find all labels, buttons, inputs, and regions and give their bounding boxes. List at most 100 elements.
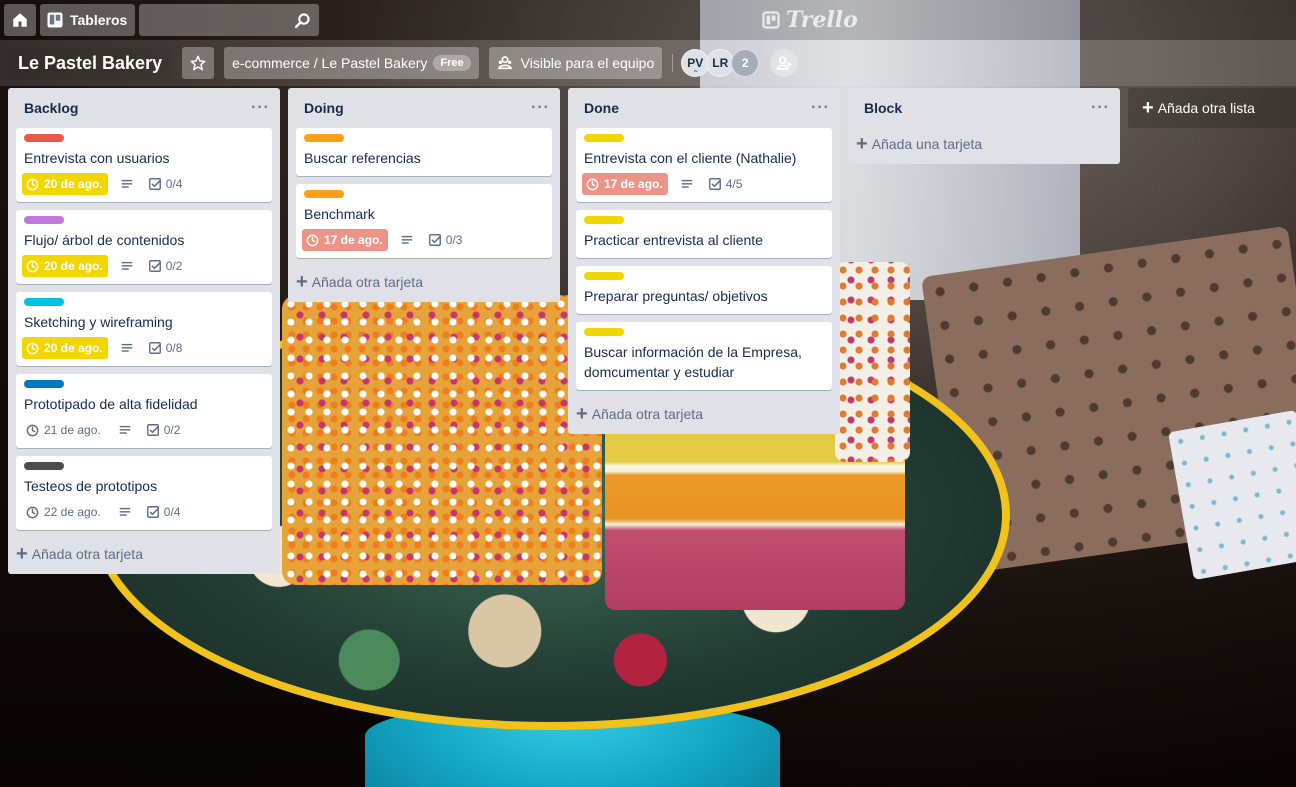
card[interactable]: Flujo/ árbol de contenidos 20 de ago. 0/2 (16, 210, 272, 284)
search-icon[interactable] (294, 12, 311, 29)
boards-button[interactable]: Tableros (40, 4, 136, 36)
add-list-button[interactable]: + Añada otra lista (1128, 88, 1296, 128)
card-label[interactable] (24, 134, 64, 142)
plan-badge: Free (433, 55, 471, 71)
list-title[interactable]: Done (584, 100, 619, 116)
add-card-label: Añada una tarjeta (871, 136, 983, 152)
description-icon (119, 507, 130, 516)
card-label[interactable] (24, 298, 64, 306)
card-label[interactable] (24, 462, 64, 470)
checklist-icon (148, 178, 161, 190)
list-header[interactable]: Done ··· (568, 88, 840, 128)
visibility-label: Visible para el equipo (520, 55, 655, 71)
card-label[interactable] (584, 328, 624, 336)
background-cake-top (835, 262, 910, 462)
more-members-count[interactable]: 2 (731, 49, 760, 77)
card-list: Buscar referencias Benchmark 17 de ago. 0/… (288, 128, 560, 258)
due-date-text: 17 de ago. (324, 233, 383, 247)
star-button[interactable] (182, 47, 215, 79)
board-title[interactable]: Le Pastel Bakery (8, 47, 173, 79)
card-label[interactable] (584, 134, 624, 142)
add-card-button[interactable]: + Añada otra tarjeta (8, 538, 280, 570)
list-menu-icon[interactable]: ··· (531, 99, 550, 117)
card-label[interactable] (584, 216, 624, 224)
due-date-text: 22 de ago. (44, 505, 101, 519)
card-title: Flujo/ árbol de contenidos (24, 232, 185, 248)
due-date-badge[interactable]: 20 de ago. (22, 173, 108, 195)
top-header: Tableros Trello (0, 0, 1296, 40)
due-date-badge[interactable]: 20 de ago. (22, 255, 108, 277)
card-list: Entrevista con el cliente (Nathalie) 17 d… (568, 128, 840, 390)
due-date-badge[interactable]: 20 de ago. (22, 337, 108, 359)
clock-icon (586, 178, 599, 190)
add-list-label: Añada otra lista (1157, 100, 1255, 116)
description-badge (120, 341, 134, 355)
list-menu-icon[interactable]: ··· (1091, 99, 1110, 117)
card[interactable]: Entrevista con usuarios 20 de ago. 0/4 (16, 128, 272, 202)
description-badge (118, 423, 132, 437)
search-input[interactable] (139, 4, 320, 36)
invite-member-button[interactable] (770, 49, 799, 77)
card[interactable]: Benchmark 17 de ago. 0/3 (296, 184, 552, 258)
list-header[interactable]: Backlog ··· (8, 88, 280, 128)
card[interactable]: Testeos de prototipos 22 de ago. 0/4 (16, 456, 272, 530)
due-date-text: 21 de ago. (44, 423, 101, 437)
due-date-badge[interactable]: 21 de ago. (22, 419, 106, 441)
card-title: Entrevista con usuarios (24, 150, 170, 166)
card-label[interactable] (24, 216, 64, 224)
description-badge (118, 505, 132, 519)
checklist-badge: 0/3 (428, 233, 463, 247)
due-date-badge[interactable]: 17 de ago. (582, 173, 668, 195)
plus-icon: + (16, 543, 28, 565)
list-title[interactable]: Block (864, 100, 902, 116)
due-date-text: 20 de ago. (44, 259, 103, 273)
add-member-icon (776, 56, 792, 70)
background-cake-sprinkles (282, 295, 602, 585)
card-label[interactable] (584, 272, 624, 280)
add-card-button[interactable]: + Añada otra tarjeta (568, 398, 840, 430)
avatar[interactable]: PV ⌃ (681, 49, 710, 78)
due-date-badge[interactable]: 22 de ago. (22, 501, 106, 523)
list-menu-icon[interactable]: ··· (811, 99, 830, 117)
list-title[interactable]: Backlog (24, 100, 78, 116)
card[interactable]: Practicar entrevista al cliente (576, 210, 832, 258)
checklist-count: 0/2 (165, 259, 183, 273)
card[interactable]: Prototipado de alta fidelidad 21 de ago. 0… (16, 374, 272, 448)
card[interactable]: Sketching y wireframing 20 de ago. 0/8 (16, 292, 272, 366)
list-doing: Doing ··· Buscar referencias Benchmark 17… (288, 88, 560, 302)
card-title: Practicar entrevista al cliente (584, 232, 763, 248)
list-title[interactable]: Doing (304, 100, 344, 116)
card[interactable]: Buscar referencias (296, 128, 552, 176)
trello-logo-icon (762, 11, 780, 29)
checklist-icon (148, 260, 161, 272)
clock-icon (26, 424, 39, 436)
card-title: Benchmark (304, 206, 375, 222)
list-menu-icon[interactable]: ··· (251, 99, 270, 117)
add-card-label: Añada otra tarjeta (31, 546, 143, 562)
trello-logo[interactable]: Trello (762, 7, 858, 33)
list-header[interactable]: Block ··· (848, 88, 1120, 128)
checklist-badge: 4/5 (708, 177, 742, 191)
card[interactable]: Entrevista con el cliente (Nathalie) 17 d… (576, 128, 832, 202)
card-label[interactable] (304, 190, 344, 198)
avatar[interactable]: LR (706, 49, 735, 77)
card-title: Testeos de prototipos (24, 478, 158, 494)
card-label[interactable] (304, 134, 344, 142)
description-badge (680, 177, 694, 191)
boards-button-label: Tableros (70, 12, 128, 28)
card-title: Prototipado de alta fidelidad (24, 396, 198, 412)
add-card-button[interactable]: + Añada una tarjeta (848, 128, 1120, 160)
checklist-count: 0/3 (445, 233, 463, 247)
due-date-text: 20 de ago. (44, 177, 103, 191)
list-header[interactable]: Doing ··· (288, 88, 560, 128)
visibility-button[interactable]: Visible para el equipo (488, 47, 663, 79)
home-button[interactable] (4, 4, 36, 36)
card[interactable]: Buscar información de la Empresa, domcum… (576, 322, 832, 390)
team-button[interactable]: e-commerce / Le Pastel Bakery Free (224, 47, 479, 79)
clock-icon (26, 342, 39, 354)
add-card-button[interactable]: + Añada otra tarjeta (288, 266, 560, 298)
due-date-badge[interactable]: 17 de ago. (302, 229, 388, 251)
card-label[interactable] (24, 380, 64, 388)
plus-icon: + (856, 133, 868, 155)
card[interactable]: Preparar preguntas/ objetivos (576, 266, 832, 314)
